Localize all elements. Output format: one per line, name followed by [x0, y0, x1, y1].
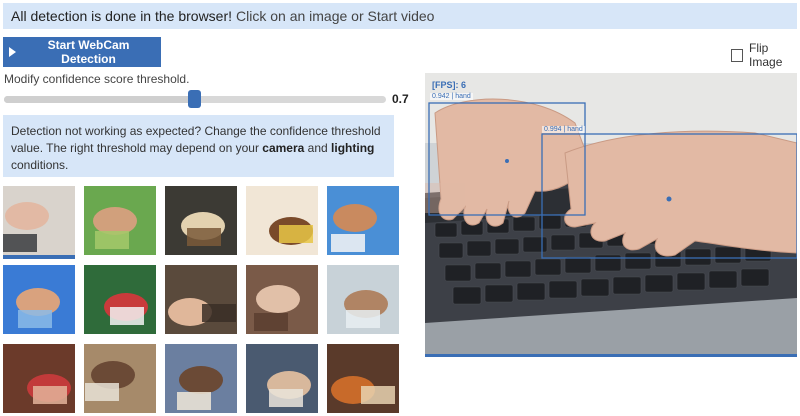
typing-hands-image[interactable]	[3, 186, 75, 259]
threshold-label: Modify confidence score threshold.	[4, 72, 190, 86]
flip-image-checkbox[interactable]	[731, 48, 744, 62]
image-gallery	[3, 186, 400, 414]
info-banner: All detection is done in the browser! Cl…	[3, 3, 797, 29]
banner-instruction-text: Click on an image or Start video	[236, 8, 435, 24]
clasped-hands-image[interactable]	[165, 265, 237, 334]
detection-image	[425, 73, 797, 354]
detection-label: 0.994 | hand	[542, 126, 585, 133]
threshold-notice: Detection not working as expected? Chang…	[3, 115, 394, 177]
detection-label: 0.942 | hand	[430, 93, 473, 100]
threshold-slider[interactable]	[4, 90, 386, 108]
slider-track-fill	[4, 96, 192, 103]
play-icon	[9, 47, 16, 57]
father-child-reading-image[interactable]	[84, 344, 156, 413]
coffee-mug-hands-image[interactable]	[3, 344, 75, 413]
flip-image-toggle[interactable]: Flip Image	[731, 41, 800, 69]
red-cup-hands-image[interactable]	[84, 265, 156, 334]
detection-canvas	[425, 73, 797, 357]
raised-hands-image[interactable]	[327, 186, 399, 255]
waving-hands-image[interactable]	[3, 265, 75, 334]
start-webcam-label: Start WebCam Detection	[47, 38, 130, 66]
notice-bold-lighting: lighting	[331, 141, 375, 155]
holding-hands-image[interactable]	[84, 186, 156, 255]
smiling-girl-image[interactable]	[246, 186, 318, 255]
pointing-hand-image[interactable]	[327, 265, 399, 334]
notice-text-3: conditions.	[11, 158, 69, 172]
threshold-value: 0.7	[392, 92, 409, 106]
slider-thumb[interactable]	[188, 90, 201, 108]
chess-hand-image[interactable]	[165, 186, 237, 255]
banner-bold-text: All detection is done in the browser!	[11, 8, 233, 24]
flip-image-label: Flip Image	[749, 41, 783, 69]
start-webcam-button[interactable]: Start WebCam Detection	[3, 37, 161, 67]
child-writing-image[interactable]	[246, 344, 318, 413]
hands-on-table-image[interactable]	[246, 265, 318, 334]
fps-counter: [FPS]: 6	[432, 80, 467, 90]
boy-writing-image[interactable]	[165, 344, 237, 413]
notice-bold-camera: camera	[262, 141, 305, 155]
notice-text-2: and	[304, 141, 332, 155]
bracelet-hands-image[interactable]	[327, 344, 399, 413]
